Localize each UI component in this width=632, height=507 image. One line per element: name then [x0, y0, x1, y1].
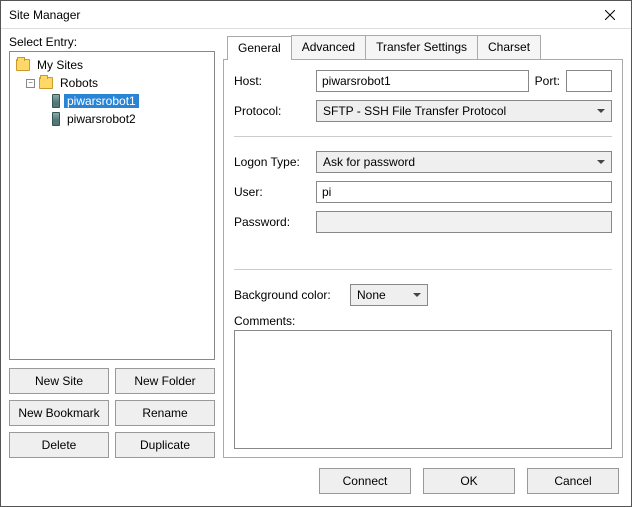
password-label: Password: [234, 215, 310, 229]
cancel-button[interactable]: Cancel [527, 468, 619, 494]
tree-folder[interactable]: − Robots [12, 74, 212, 92]
delete-button[interactable]: Delete [9, 432, 109, 458]
tab-charset[interactable]: Charset [477, 35, 541, 59]
new-bookmark-button[interactable]: New Bookmark [9, 400, 109, 426]
bgcolor-label: Background color: [234, 288, 344, 302]
logon-type-value: Ask for password [323, 155, 415, 169]
site-tree[interactable]: My Sites − Robots piwarsrobot1 piwarsrob… [9, 51, 215, 360]
divider [234, 269, 612, 270]
protocol-value: SFTP - SSH File Transfer Protocol [323, 104, 506, 118]
bgcolor-select[interactable]: None [350, 284, 428, 306]
collapse-icon[interactable]: − [26, 79, 35, 88]
tree-folder-label: Robots [57, 76, 101, 90]
bgcolor-value: None [357, 288, 386, 302]
new-site-button[interactable]: New Site [9, 368, 109, 394]
right-pane: General Advanced Transfer Settings Chars… [223, 35, 623, 458]
protocol-select[interactable]: SFTP - SSH File Transfer Protocol [316, 100, 612, 122]
tab-general[interactable]: General [227, 36, 292, 60]
rename-button[interactable]: Rename [115, 400, 215, 426]
site-manager-window: Site Manager Select Entry: My Sites − Ro… [0, 0, 632, 507]
tab-transfer-settings[interactable]: Transfer Settings [365, 35, 478, 59]
tree-item[interactable]: piwarsrobot1 [12, 92, 212, 110]
tree-item[interactable]: piwarsrobot2 [12, 110, 212, 128]
left-pane: Select Entry: My Sites − Robots piwarsro… [9, 35, 215, 458]
titlebar: Site Manager [1, 1, 631, 29]
tree-root-label: My Sites [34, 58, 86, 72]
comments-label: Comments: [234, 314, 295, 328]
user-input[interactable] [316, 181, 612, 203]
close-button[interactable] [589, 1, 631, 29]
server-icon [52, 112, 60, 126]
dialog-footer: Connect OK Cancel [1, 458, 631, 506]
logon-type-select[interactable]: Ask for password [316, 151, 612, 173]
site-buttons: New Site New Folder New Bookmark Rename … [9, 368, 215, 458]
ok-button[interactable]: OK [423, 468, 515, 494]
folder-icon [39, 77, 53, 89]
window-title: Site Manager [9, 8, 589, 22]
divider [234, 136, 612, 137]
folder-icon [16, 59, 30, 71]
protocol-label: Protocol: [234, 104, 310, 118]
server-icon [52, 94, 60, 108]
logon-type-label: Logon Type: [234, 155, 310, 169]
tab-strip: General Advanced Transfer Settings Chars… [227, 35, 623, 59]
password-input [316, 211, 612, 233]
connect-button[interactable]: Connect [319, 468, 411, 494]
host-input[interactable] [316, 70, 529, 92]
port-label: Port: [535, 74, 560, 88]
comments-textarea[interactable] [234, 330, 612, 449]
port-input[interactable] [566, 70, 612, 92]
close-icon [605, 10, 615, 20]
tree-item-label: piwarsrobot2 [64, 112, 139, 126]
duplicate-button[interactable]: Duplicate [115, 432, 215, 458]
tree-item-label: piwarsrobot1 [64, 94, 139, 108]
new-folder-button[interactable]: New Folder [115, 368, 215, 394]
tab-advanced[interactable]: Advanced [291, 35, 366, 59]
tree-root[interactable]: My Sites [12, 56, 212, 74]
host-label: Host: [234, 74, 310, 88]
general-panel: Host: Port: Protocol: SFTP - SSH File Tr… [223, 59, 623, 458]
user-label: User: [234, 185, 310, 199]
select-entry-label: Select Entry: [9, 35, 215, 49]
